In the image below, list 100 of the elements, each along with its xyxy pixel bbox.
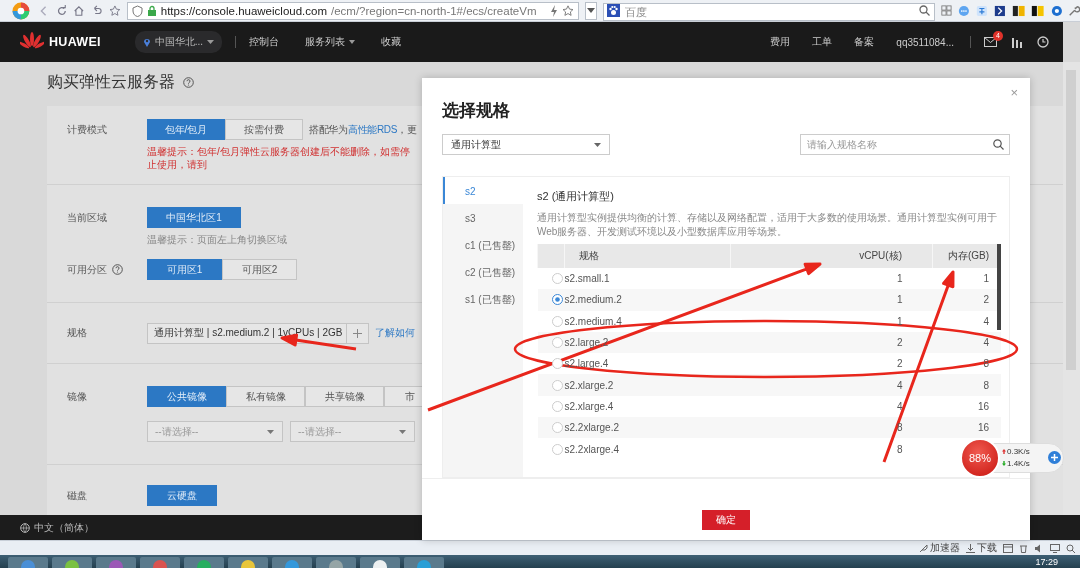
table-cell: 1 xyxy=(932,268,1001,290)
table-cell: 8 xyxy=(932,353,1001,375)
option-button[interactable]: 可用区2 xyxy=(222,259,297,280)
bar-chart-icon[interactable] xyxy=(1011,36,1023,48)
zoom-icon[interactable] xyxy=(1066,543,1076,553)
region-selector[interactable]: 中国华北... xyxy=(134,31,223,53)
option-button[interactable]: 共享镜像 xyxy=(305,386,384,407)
clock-icon[interactable] xyxy=(1037,36,1049,48)
status-item[interactable]: 加速器 xyxy=(930,541,960,555)
window-icon[interactable] xyxy=(1003,543,1013,553)
trash-icon[interactable] xyxy=(1019,543,1028,553)
add-button[interactable] xyxy=(1048,451,1061,464)
search-field[interactable]: 请输入规格名称 xyxy=(800,134,1010,155)
family-tab[interactable]: c1 (已售罄) xyxy=(443,231,523,258)
star-icon[interactable] xyxy=(562,4,575,17)
brand-name: HUAWEI xyxy=(49,35,101,49)
radio-button[interactable] xyxy=(551,358,563,370)
nav-link[interactable]: 费用 xyxy=(770,35,791,49)
wrench-icon[interactable] xyxy=(1068,3,1080,18)
column-header: vCPU(核) xyxy=(859,250,902,261)
language-selector[interactable]: 中文（简体） xyxy=(34,520,94,535)
region-button[interactable]: 中国华北区1 xyxy=(147,207,241,228)
family-tab[interactable]: s3 xyxy=(443,204,523,231)
extension-icon[interactable] xyxy=(1031,3,1045,18)
option-button[interactable]: 云硬盘 xyxy=(147,485,217,506)
search-field[interactable]: 百度 xyxy=(603,2,936,21)
refresh-icon[interactable] xyxy=(55,3,68,18)
option-button[interactable]: 公共镜像 xyxy=(147,386,226,407)
option-button[interactable]: 包年/包月 xyxy=(147,119,225,140)
dropdown-button[interactable] xyxy=(585,1,598,20)
address-bar[interactable]: https://console.huaweicloud.com /ecm/?region=cn-north-1#/ecs/createVm xyxy=(126,1,580,20)
app-icon[interactable] xyxy=(360,557,400,568)
monitor-icon[interactable] xyxy=(1050,543,1060,553)
status-item[interactable]: 下载 xyxy=(977,541,997,555)
lightning-icon[interactable] xyxy=(550,4,559,17)
url-path: /ecm/?region=cn-north-1#/ecs/createVm xyxy=(331,4,537,17)
hint-text: 温馨提示：页面左上角切换区域 xyxy=(147,233,287,247)
dialog-title: 选择规格 xyxy=(442,100,511,120)
field-label: 磁盘 xyxy=(67,488,88,503)
caret-icon xyxy=(594,142,601,147)
star-icon[interactable] xyxy=(109,3,121,18)
user-name[interactable]: qq3511084... xyxy=(896,36,954,48)
option-button[interactable]: 私有镜像 xyxy=(226,386,305,407)
field-label: 计费模式 xyxy=(67,122,108,137)
clock-time: 17:29 xyxy=(1035,556,1058,568)
download-icon[interactable] xyxy=(966,543,975,553)
extension-icon[interactable] xyxy=(993,3,1006,18)
radio-button[interactable] xyxy=(551,443,563,455)
family-tab[interactable]: s1 (已售罄) xyxy=(443,285,523,312)
radio-button[interactable] xyxy=(551,422,563,434)
radio-button[interactable] xyxy=(551,400,563,412)
nav-link[interactable]: 备案 xyxy=(854,35,875,49)
radio-button[interactable] xyxy=(551,294,563,306)
app-icon[interactable] xyxy=(228,557,268,568)
rds-link[interactable]: 高性能RDS xyxy=(347,123,398,135)
table-cell: 8 xyxy=(730,417,933,439)
nav-link[interactable]: 工单 xyxy=(812,35,833,49)
nav-link[interactable]: 收藏 xyxy=(381,35,402,49)
nav-link[interactable]: 服务列表 xyxy=(305,35,356,49)
help-icon[interactable] xyxy=(112,264,123,275)
option-button[interactable]: 按需付费 xyxy=(225,119,303,140)
description-text: 通用计算型实例提供均衡的计算、存储以及网络配置，适用于大多数的使用场景。通用计算型实例可用于Web服务器、开发测试环境以及小型数据库应用等场景。 xyxy=(537,211,998,239)
globe-icon[interactable] xyxy=(20,522,30,533)
caret-icon xyxy=(207,40,215,44)
shield-icon xyxy=(131,4,143,17)
section-heading: s2 (通用计算型) xyxy=(537,189,615,204)
app-icon[interactable] xyxy=(52,557,92,568)
mail-icon[interactable] xyxy=(984,37,997,47)
table-cell: 4 xyxy=(932,310,1001,332)
radio-button[interactable] xyxy=(551,379,563,391)
table-cell: s2.large.2 xyxy=(564,331,731,354)
table-cell: 16 xyxy=(932,417,1001,439)
scrollbar[interactable] xyxy=(1063,62,1080,515)
radio-button[interactable] xyxy=(551,273,563,285)
nav-link[interactable]: 控制台 xyxy=(249,35,280,49)
radio-button[interactable] xyxy=(551,337,563,349)
field-label: 当前区域 xyxy=(67,210,108,225)
confirm-button[interactable]: 确定 xyxy=(702,509,750,530)
column-header: 规格 xyxy=(579,250,599,261)
upload-speed: 0.3K/s xyxy=(1007,447,1030,456)
warning-text: 温馨提示：包年/包月弹性云服务器创建后不能删除，如需停止使用，请到 xyxy=(147,145,411,171)
type-select[interactable]: 通用计算型 xyxy=(442,134,610,155)
family-tab[interactable]: c2 (已售罄) xyxy=(443,258,523,285)
search-icon[interactable] xyxy=(993,139,1004,150)
caret-icon xyxy=(587,8,596,13)
help-link[interactable]: 了解如何 xyxy=(375,326,415,340)
family-tab[interactable]: s2 xyxy=(443,177,523,204)
chat-bubble-icon[interactable] xyxy=(958,3,971,18)
page-title: 购买弹性云服务器 xyxy=(47,71,175,92)
pin-icon xyxy=(142,37,151,47)
field-label: 可用分区 xyxy=(67,262,107,277)
home-icon[interactable] xyxy=(73,3,86,18)
plus-icon[interactable] xyxy=(353,328,362,338)
extension-icon[interactable] xyxy=(1011,3,1026,18)
radio-button[interactable] xyxy=(551,315,563,327)
table-cell: s2.small.1 xyxy=(564,268,731,290)
search-icon[interactable] xyxy=(919,5,931,16)
help-icon[interactable] xyxy=(183,76,194,88)
option-button[interactable]: 可用区1 xyxy=(147,259,222,280)
grid-icon[interactable] xyxy=(941,4,953,17)
